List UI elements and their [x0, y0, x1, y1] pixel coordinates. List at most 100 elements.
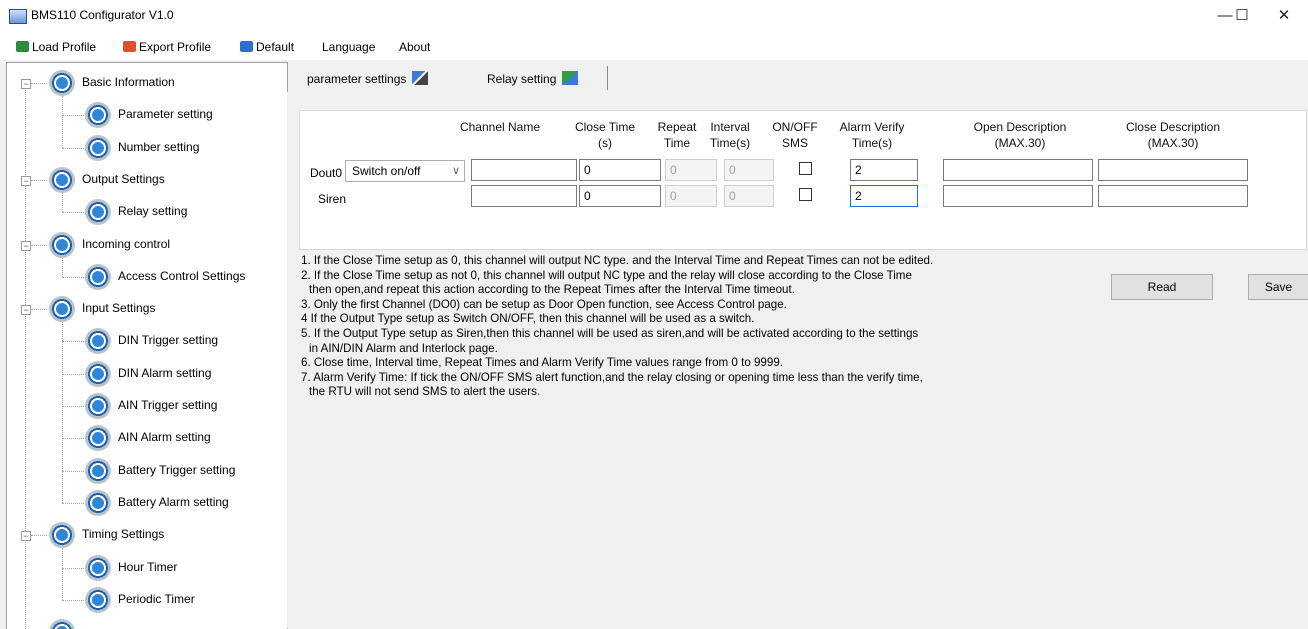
tree-child-item[interactable]: DIN Alarm setting — [7, 360, 285, 387]
note-line: 6. Close time, Interval time, Repeat Tim… — [301, 356, 783, 370]
menu-language[interactable]: Language — [322, 38, 375, 56]
dout0-channel-name-input[interactable] — [471, 159, 577, 181]
gear-icon — [85, 457, 111, 484]
tree-child-label: AIN Trigger setting — [118, 398, 218, 412]
tree-child-item[interactable]: Access Control Settings — [7, 263, 285, 290]
help-notes: 1. If the Close Time setup as 0, this ch… — [301, 254, 1061, 400]
siren-channel-name-input[interactable] — [471, 185, 577, 207]
tree-child-label: Number setting — [118, 139, 200, 154]
tree-child-label: DIN Alarm setting — [118, 365, 212, 380]
note-line: 5. If the Output Type setup as Siren,the… — [301, 326, 919, 340]
tree-group-item[interactable]: − Incoming control — [7, 231, 285, 258]
maximize-button[interactable]: ☐ — [1219, 4, 1265, 28]
siren-close-description-input[interactable] — [1098, 185, 1248, 207]
tree-connector — [31, 535, 47, 537]
tree-child-item[interactable]: Parameter setting — [7, 102, 285, 129]
tree-connector — [62, 257, 63, 277]
dout0-open-description-input[interactable] — [943, 159, 1093, 181]
note-line: 7. Alarm Verify Time: If tick the ON/OFF… — [301, 370, 923, 384]
dout0-interval-time-input[interactable]: 0 — [724, 159, 774, 181]
chevron-down-icon: ∨ — [451, 165, 460, 177]
collapse-icon[interactable]: − — [21, 79, 31, 89]
siren-interval-time-input[interactable]: 0 — [724, 185, 774, 207]
gear-icon — [85, 102, 111, 129]
tab-parameter-settings[interactable]: parameter settings — [307, 66, 429, 92]
siren-close-time-input[interactable]: 0 — [579, 185, 661, 207]
output-type-select[interactable]: Switch on/off ∨ — [345, 160, 465, 182]
gear-icon — [85, 134, 111, 161]
close-button[interactable]: ✕ — [1261, 4, 1307, 28]
header-close-line1: Close Description — [1125, 120, 1221, 134]
header-interval-line1: Interval — [710, 120, 750, 134]
dout0-close-description-input[interactable] — [1098, 159, 1248, 181]
tree-child-label: Access Control Settings — [118, 268, 246, 283]
tree-child-item[interactable]: Hour Timer — [7, 554, 285, 581]
tree-child-item[interactable]: AIN Trigger setting — [7, 393, 285, 419]
tree-group-item[interactable]: − Timing Settings — [7, 522, 285, 549]
menu-load-profile-label: Load Profile — [32, 40, 97, 54]
tree-connector — [62, 147, 84, 149]
row-label-dout0: Dout0 — [310, 166, 343, 180]
dout0-close-time-input[interactable]: 0 — [579, 159, 661, 181]
tree-child-item[interactable]: AIN Alarm setting — [7, 425, 285, 452]
header-repeat-time: Repeat Time — [652, 119, 702, 151]
tree-connector — [62, 599, 84, 601]
tree-child-label: Parameter setting — [118, 107, 213, 122]
dout0-sms-checkbox[interactable] — [799, 162, 812, 175]
collapse-icon[interactable]: − — [21, 305, 31, 316]
read-button[interactable]: Read — [1111, 274, 1213, 300]
tree-connector — [62, 567, 84, 569]
tree-connector — [62, 276, 84, 278]
collapse-icon[interactable]: − — [21, 175, 31, 186]
tree-connector — [62, 373, 84, 375]
siren-repeat-time-input[interactable]: 0 — [665, 185, 717, 207]
gear-icon — [85, 425, 111, 452]
tree-connector — [62, 212, 84, 214]
note-line: then open,and repeat this action accordi… — [309, 283, 795, 297]
gear-icon — [49, 70, 75, 96]
tree-child-item[interactable]: Relay setting — [7, 199, 285, 226]
header-open-line2: (MAX.30) — [994, 136, 1046, 150]
siren-sms-checkbox[interactable] — [799, 188, 812, 201]
parameter-settings-icon — [412, 71, 429, 85]
siren-alarm-verify-input[interactable]: 2 — [850, 185, 918, 207]
siren-open-description-input[interactable] — [943, 185, 1093, 207]
relay-setting-panel: Channel Name Close Time (s) Repeat Time … — [287, 92, 1308, 628]
dout0-repeat-time-input[interactable]: 0 — [665, 159, 717, 181]
header-interval-time: Interval Time(s) — [702, 119, 758, 151]
gear-icon — [85, 393, 111, 419]
tree-child-label: Battery Alarm setting — [118, 494, 229, 509]
tree-group-label: Timing Settings — [82, 527, 165, 542]
note-line: 4 If the Output Type setup as Switch ON/… — [301, 312, 755, 326]
tree-group-item[interactable]: − Input Settings — [7, 296, 285, 323]
menu-load-profile[interactable]: Load Profile — [16, 38, 96, 56]
note-line: 3. Only the first Channel (DO0) can be s… — [301, 297, 787, 311]
dout0-alarm-verify-input[interactable]: 2 — [850, 159, 918, 181]
tree-group-item[interactable]: − Basic Information — [7, 70, 285, 96]
export-profile-icon — [123, 41, 136, 52]
tree-group-label: Input Settings — [82, 301, 156, 316]
tab-relay-setting-label: Relay setting — [487, 72, 557, 86]
menu-default[interactable]: Default — [240, 38, 294, 56]
tab-relay-setting[interactable]: Relay setting — [487, 66, 579, 92]
save-button[interactable]: Save — [1248, 274, 1308, 300]
gear-icon — [85, 199, 111, 226]
collapse-icon[interactable]: − — [21, 240, 31, 251]
collapse-icon[interactable]: − — [21, 531, 31, 542]
tree-connector — [62, 548, 63, 600]
tree-group-item[interactable]: − Output Settings — [7, 166, 285, 193]
row-label-siren: Siren — [318, 192, 347, 206]
menu-export-profile[interactable]: Export Profile — [123, 38, 211, 56]
note-line: in AIN/DIN Alarm and Interlock page. — [309, 341, 498, 355]
tree-child-item[interactable]: DIN Trigger setting — [7, 328, 285, 355]
tree-child-label: Periodic Timer — [118, 591, 195, 606]
note-line: the RTU will not send SMS to alert the u… — [309, 385, 541, 399]
tree-child-label: Battery Trigger setting — [118, 462, 236, 477]
header-repeat-line2: Time — [663, 136, 691, 150]
tree-child-item[interactable]: Number setting — [7, 134, 285, 161]
menu-about[interactable]: About — [399, 38, 430, 56]
tree-child-item[interactable]: Battery Alarm setting — [7, 489, 285, 516]
tree-child-item[interactable]: Battery Trigger setting — [7, 457, 285, 484]
tree-child-item[interactable]: Periodic Timer — [7, 586, 285, 613]
gear-icon — [49, 522, 75, 549]
